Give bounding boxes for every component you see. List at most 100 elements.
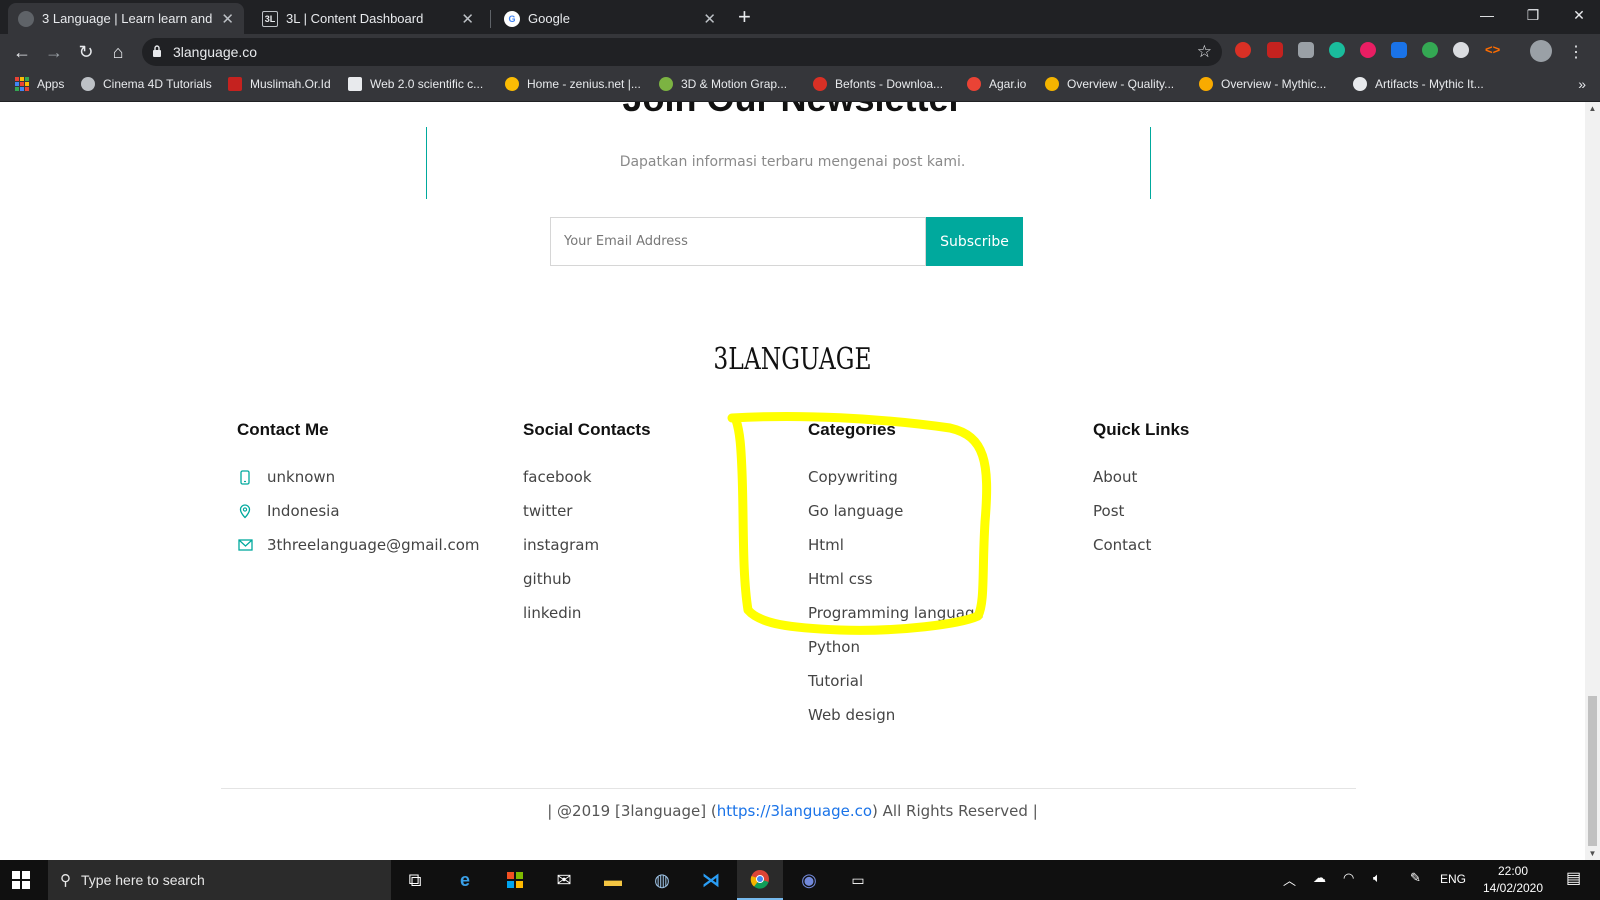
language-indicator[interactable]: ENG <box>1440 872 1466 886</box>
bookmark-cinema4d[interactable]: Cinema 4D Tutorials <box>81 77 212 91</box>
bookmark-apps[interactable]: Apps <box>15 77 64 91</box>
restore-button[interactable]: ❐ <box>1510 0 1556 30</box>
minimize-button[interactable]: — <box>1464 0 1510 30</box>
category-link-go-language[interactable]: Go language <box>808 494 984 528</box>
bookmark-star-icon[interactable]: ☆ <box>1197 42 1212 62</box>
search-icon: ⚲ <box>60 872 71 889</box>
site-logo[interactable]: 3LANGUAGE <box>174 342 1410 377</box>
bookmark-quality[interactable]: Overview - Quality... <box>1045 77 1174 91</box>
footer-contact-column: Contact Me unknown Indonesia 3threelangu… <box>237 420 480 562</box>
subscribe-button[interactable]: Subscribe <box>926 217 1023 266</box>
extension-code-icon[interactable]: <> <box>1485 42 1501 58</box>
contact-heading: Contact Me <box>237 420 329 439</box>
bookmark-befonts[interactable]: Befonts - Downloa... <box>813 77 943 91</box>
tab-3language[interactable]: 3 Language | Learn learn and lea ✕ <box>8 3 244 34</box>
discord-icon[interactable]: ◉ <box>786 860 832 900</box>
bookmark-web20calc[interactable]: Web 2.0 scientific c... <box>348 77 483 91</box>
footer-categories-column: Categories Copywriting Go language Html … <box>808 420 984 732</box>
scrollbar-thumb[interactable] <box>1588 696 1597 846</box>
contact-email[interactable]: 3threelanguage@gmail.com <box>237 528 480 562</box>
scroll-down-arrow-icon[interactable]: ▼ <box>1588 849 1597 858</box>
url-text: 3language.co <box>173 44 258 60</box>
windows-start-icon[interactable] <box>12 871 30 889</box>
edge-icon[interactable]: e <box>442 860 488 900</box>
close-tab-icon[interactable]: ✕ <box>703 10 716 28</box>
close-tab-icon[interactable]: ✕ <box>221 10 234 28</box>
extension-green-icon[interactable] <box>1422 42 1438 58</box>
category-link-html[interactable]: Html <box>808 528 984 562</box>
clock-date: 14/02/2020 <box>1482 881 1544 895</box>
close-tab-icon[interactable]: ✕ <box>461 10 474 28</box>
categories-heading: Categories <box>808 420 896 439</box>
email-input[interactable] <box>550 217 926 266</box>
category-link-python[interactable]: Python <box>808 630 984 664</box>
extension-blue-icon[interactable] <box>1391 42 1407 58</box>
onedrive-icon[interactable]: ☁ <box>1313 870 1326 886</box>
footer-social-column: Social Contacts facebook twitter instagr… <box>523 420 651 630</box>
quicklink-contact[interactable]: Contact <box>1093 528 1189 562</box>
category-link-tutorial[interactable]: Tutorial <box>808 664 984 698</box>
bookmark-mythic-artifacts[interactable]: Artifacts - Mythic It... <box>1353 77 1484 91</box>
vscode-icon[interactable]: ⋊ <box>688 860 734 900</box>
steam-icon[interactable]: ◍ <box>639 860 685 900</box>
forward-arrow-icon[interactable]: → <box>42 40 66 64</box>
file-explorer-icon[interactable]: ▬ <box>590 860 636 900</box>
back-arrow-icon[interactable]: ← <box>10 40 34 64</box>
tray-chevron-icon[interactable]: ︿ <box>1283 870 1296 889</box>
mail-app-icon[interactable]: ✉ <box>541 860 587 900</box>
taskbar-clock[interactable]: 22:00 14/02/2020 <box>1478 863 1548 897</box>
bookmark-mythic-overview[interactable]: Overview - Mythic... <box>1199 77 1326 91</box>
more-bookmarks-icon[interactable]: » <box>1578 76 1586 92</box>
artifacts-icon <box>1353 77 1367 91</box>
social-link-twitter[interactable]: twitter <box>523 494 651 528</box>
quicklink-about[interactable]: About <box>1093 460 1189 494</box>
store-icon[interactable] <box>492 860 538 900</box>
extension-grey-icon[interactable] <box>1298 42 1314 58</box>
category-link-programming-language[interactable]: Programming language <box>808 596 984 630</box>
globe-icon <box>18 10 34 27</box>
category-link-html-css[interactable]: Html css <box>808 562 984 596</box>
home-icon[interactable]: ⌂ <box>106 40 130 64</box>
volume-icon[interactable]: 🔈︎ <box>1373 870 1381 886</box>
tab-google[interactable]: G Google ✕ <box>494 3 726 34</box>
extension-m-icon[interactable] <box>1329 42 1345 58</box>
tab-content-dashboard[interactable]: 3L 3L | Content Dashboard ✕ <box>252 3 484 34</box>
extension-red-icon[interactable] <box>1267 42 1283 58</box>
extension-moon-icon[interactable] <box>1360 42 1376 58</box>
profile-avatar[interactable] <box>1530 40 1552 62</box>
reload-icon[interactable]: ↻ <box>74 40 98 64</box>
notifications-icon[interactable]: ▤ <box>1566 868 1581 888</box>
extension-white-icon[interactable] <box>1453 42 1469 58</box>
category-link-copywriting[interactable]: Copywriting <box>808 460 984 494</box>
menu-kebab-icon[interactable]: ⋮ <box>1568 42 1584 61</box>
pen-icon[interactable]: ✎ <box>1410 870 1421 886</box>
category-link-web-design[interactable]: Web design <box>808 698 984 732</box>
extension-adblock-icon[interactable] <box>1235 42 1251 58</box>
social-link-linkedin[interactable]: linkedin <box>523 596 651 630</box>
copyright-link[interactable]: https://3language.co <box>717 802 872 820</box>
social-heading: Social Contacts <box>523 420 651 439</box>
scroll-up-arrow-icon[interactable]: ▲ <box>1588 104 1597 113</box>
newsletter-subtitle: Dapatkan informasi terbaru mengenai post… <box>619 154 966 170</box>
terminal-icon[interactable]: ▭ <box>835 860 881 900</box>
bookmark-zenius[interactable]: Home - zenius.net |... <box>505 77 641 91</box>
tab-title: Google <box>528 11 570 26</box>
contact-phone: unknown <box>237 460 480 494</box>
task-view-icon[interactable]: ⧉ <box>392 860 438 900</box>
zenius-icon <box>505 77 519 91</box>
bookmark-agario[interactable]: Agar.io <box>967 77 1026 91</box>
page-scrollbar[interactable]: ▲ ▼ <box>1585 102 1600 860</box>
address-bar[interactable]: 3language.co ☆ <box>142 38 1222 66</box>
quicklink-post[interactable]: Post <box>1093 494 1189 528</box>
chrome-icon[interactable] <box>737 860 783 900</box>
bookmark-motion-graphics[interactable]: 3D & Motion Grap... <box>659 77 787 91</box>
taskbar-search-box[interactable]: ⚲ Type here to search <box>48 860 391 900</box>
social-link-facebook[interactable]: facebook <box>523 460 651 494</box>
wifi-icon[interactable]: ◠ <box>1343 870 1354 886</box>
close-window-button[interactable]: ✕ <box>1556 0 1600 30</box>
social-link-github[interactable]: github <box>523 562 651 596</box>
social-link-instagram[interactable]: instagram <box>523 528 651 562</box>
windows-taskbar: ⚲ Type here to search ⧉ e ✉ ▬ ◍ ⋊ ◉ ▭ ︿ … <box>0 860 1600 900</box>
bookmark-muslimah[interactable]: Muslimah.Or.Id <box>228 77 331 91</box>
new-tab-button[interactable]: + <box>738 6 751 28</box>
